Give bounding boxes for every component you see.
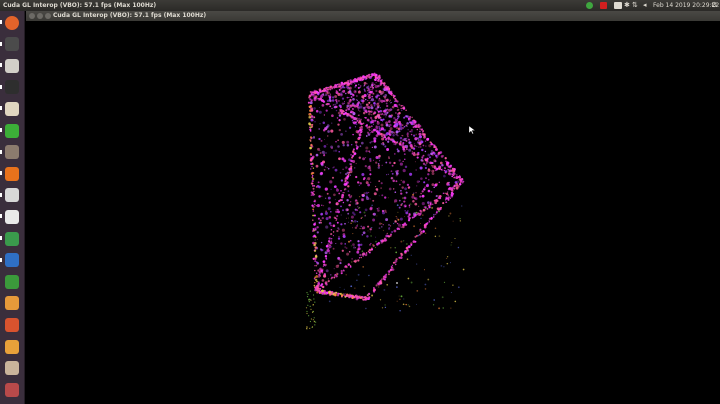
running-indicator bbox=[0, 214, 2, 219]
launcher-item-amazon[interactable] bbox=[2, 337, 22, 356]
launcher-item-chrome[interactable] bbox=[0, 186, 22, 205]
launcher-item-writer[interactable] bbox=[0, 251, 22, 270]
running-indicator bbox=[0, 192, 2, 197]
top-panel: Cuda GL Interop (VBO): 57.1 fps (Max 100… bbox=[0, 0, 720, 11]
launcher-item-spotify[interactable] bbox=[0, 121, 22, 140]
trash-icon bbox=[5, 382, 19, 397]
running-indicator bbox=[0, 63, 2, 68]
terminal-icon bbox=[5, 80, 19, 95]
system-monitor-icon bbox=[5, 37, 19, 52]
window-title: Cuda GL Interop (VBO): 57.1 fps (Max 100… bbox=[53, 12, 207, 19]
launcher-item-impress[interactable] bbox=[2, 294, 22, 313]
clock[interactable]: Feb 14 2019 20:29:22 bbox=[653, 0, 719, 11]
launcher-item-dash[interactable] bbox=[0, 13, 22, 32]
point-cloud bbox=[305, 72, 465, 330]
launcher-item-firefox[interactable] bbox=[0, 164, 22, 183]
launcher-item-network-tool[interactable] bbox=[0, 143, 22, 162]
running-indicator bbox=[0, 236, 2, 240]
software-center-icon bbox=[5, 317, 19, 332]
cura-icon bbox=[5, 231, 19, 246]
status-indicator-icon[interactable] bbox=[586, 2, 593, 9]
network-icon[interactable]: ⇅ bbox=[632, 2, 640, 9]
ubuntu-logo-icon bbox=[5, 15, 19, 30]
files-icon bbox=[5, 58, 19, 73]
launcher-item-trash[interactable] bbox=[2, 380, 22, 399]
window-title-bar[interactable]: Cuda GL Interop (VBO): 57.1 fps (Max 100… bbox=[26, 11, 720, 21]
calc-spreadsheet-icon bbox=[5, 274, 19, 289]
bluetooth-icon[interactable]: ✱ bbox=[624, 2, 630, 9]
gl-render-canvas[interactable] bbox=[25, 21, 720, 404]
launcher-item-cura[interactable] bbox=[0, 229, 22, 248]
running-indicator bbox=[0, 128, 2, 132]
minimize-button[interactable] bbox=[37, 13, 43, 19]
gear-icon[interactable]: ⚙ bbox=[711, 2, 718, 9]
alert-indicator-icon[interactable] bbox=[600, 2, 607, 9]
volume-icon[interactable]: ◂ bbox=[643, 2, 651, 9]
mouse-pointer-icon bbox=[469, 126, 475, 134]
amazon-icon bbox=[5, 339, 19, 354]
keyboard-layout-icon[interactable] bbox=[614, 2, 622, 9]
spotify-icon bbox=[5, 123, 19, 138]
running-indicator bbox=[0, 171, 2, 176]
launcher bbox=[0, 11, 25, 404]
firefox-icon bbox=[5, 166, 19, 181]
launcher-item-chromium[interactable] bbox=[0, 207, 22, 226]
launcher-item-calc[interactable] bbox=[2, 272, 22, 291]
network-tool-icon bbox=[5, 145, 19, 160]
impress-icon bbox=[5, 296, 19, 311]
running-indicator bbox=[0, 84, 2, 89]
launcher-item-terminal[interactable] bbox=[0, 78, 22, 97]
chrome-icon bbox=[5, 188, 19, 203]
chromium-icon bbox=[5, 209, 19, 224]
launcher-item-system-monitor[interactable] bbox=[0, 35, 22, 54]
launcher-item-disk-usage[interactable] bbox=[0, 99, 22, 118]
close-button[interactable] bbox=[29, 13, 35, 19]
running-indicator bbox=[0, 149, 2, 154]
writer-document-icon bbox=[5, 253, 19, 268]
launcher-item-files[interactable] bbox=[0, 56, 22, 75]
disk-icon bbox=[5, 101, 19, 116]
panel-app-title[interactable]: Cuda GL Interop (VBO): 57.1 fps (Max 100… bbox=[3, 0, 156, 11]
maximize-button[interactable] bbox=[45, 13, 51, 19]
running-indicator bbox=[0, 20, 2, 24]
running-indicator bbox=[0, 106, 2, 111]
running-indicator bbox=[0, 41, 2, 46]
launcher-item-software-center[interactable] bbox=[2, 315, 22, 334]
archive-icon bbox=[5, 361, 19, 376]
running-indicator bbox=[0, 257, 2, 262]
launcher-item-archive[interactable] bbox=[2, 359, 22, 378]
